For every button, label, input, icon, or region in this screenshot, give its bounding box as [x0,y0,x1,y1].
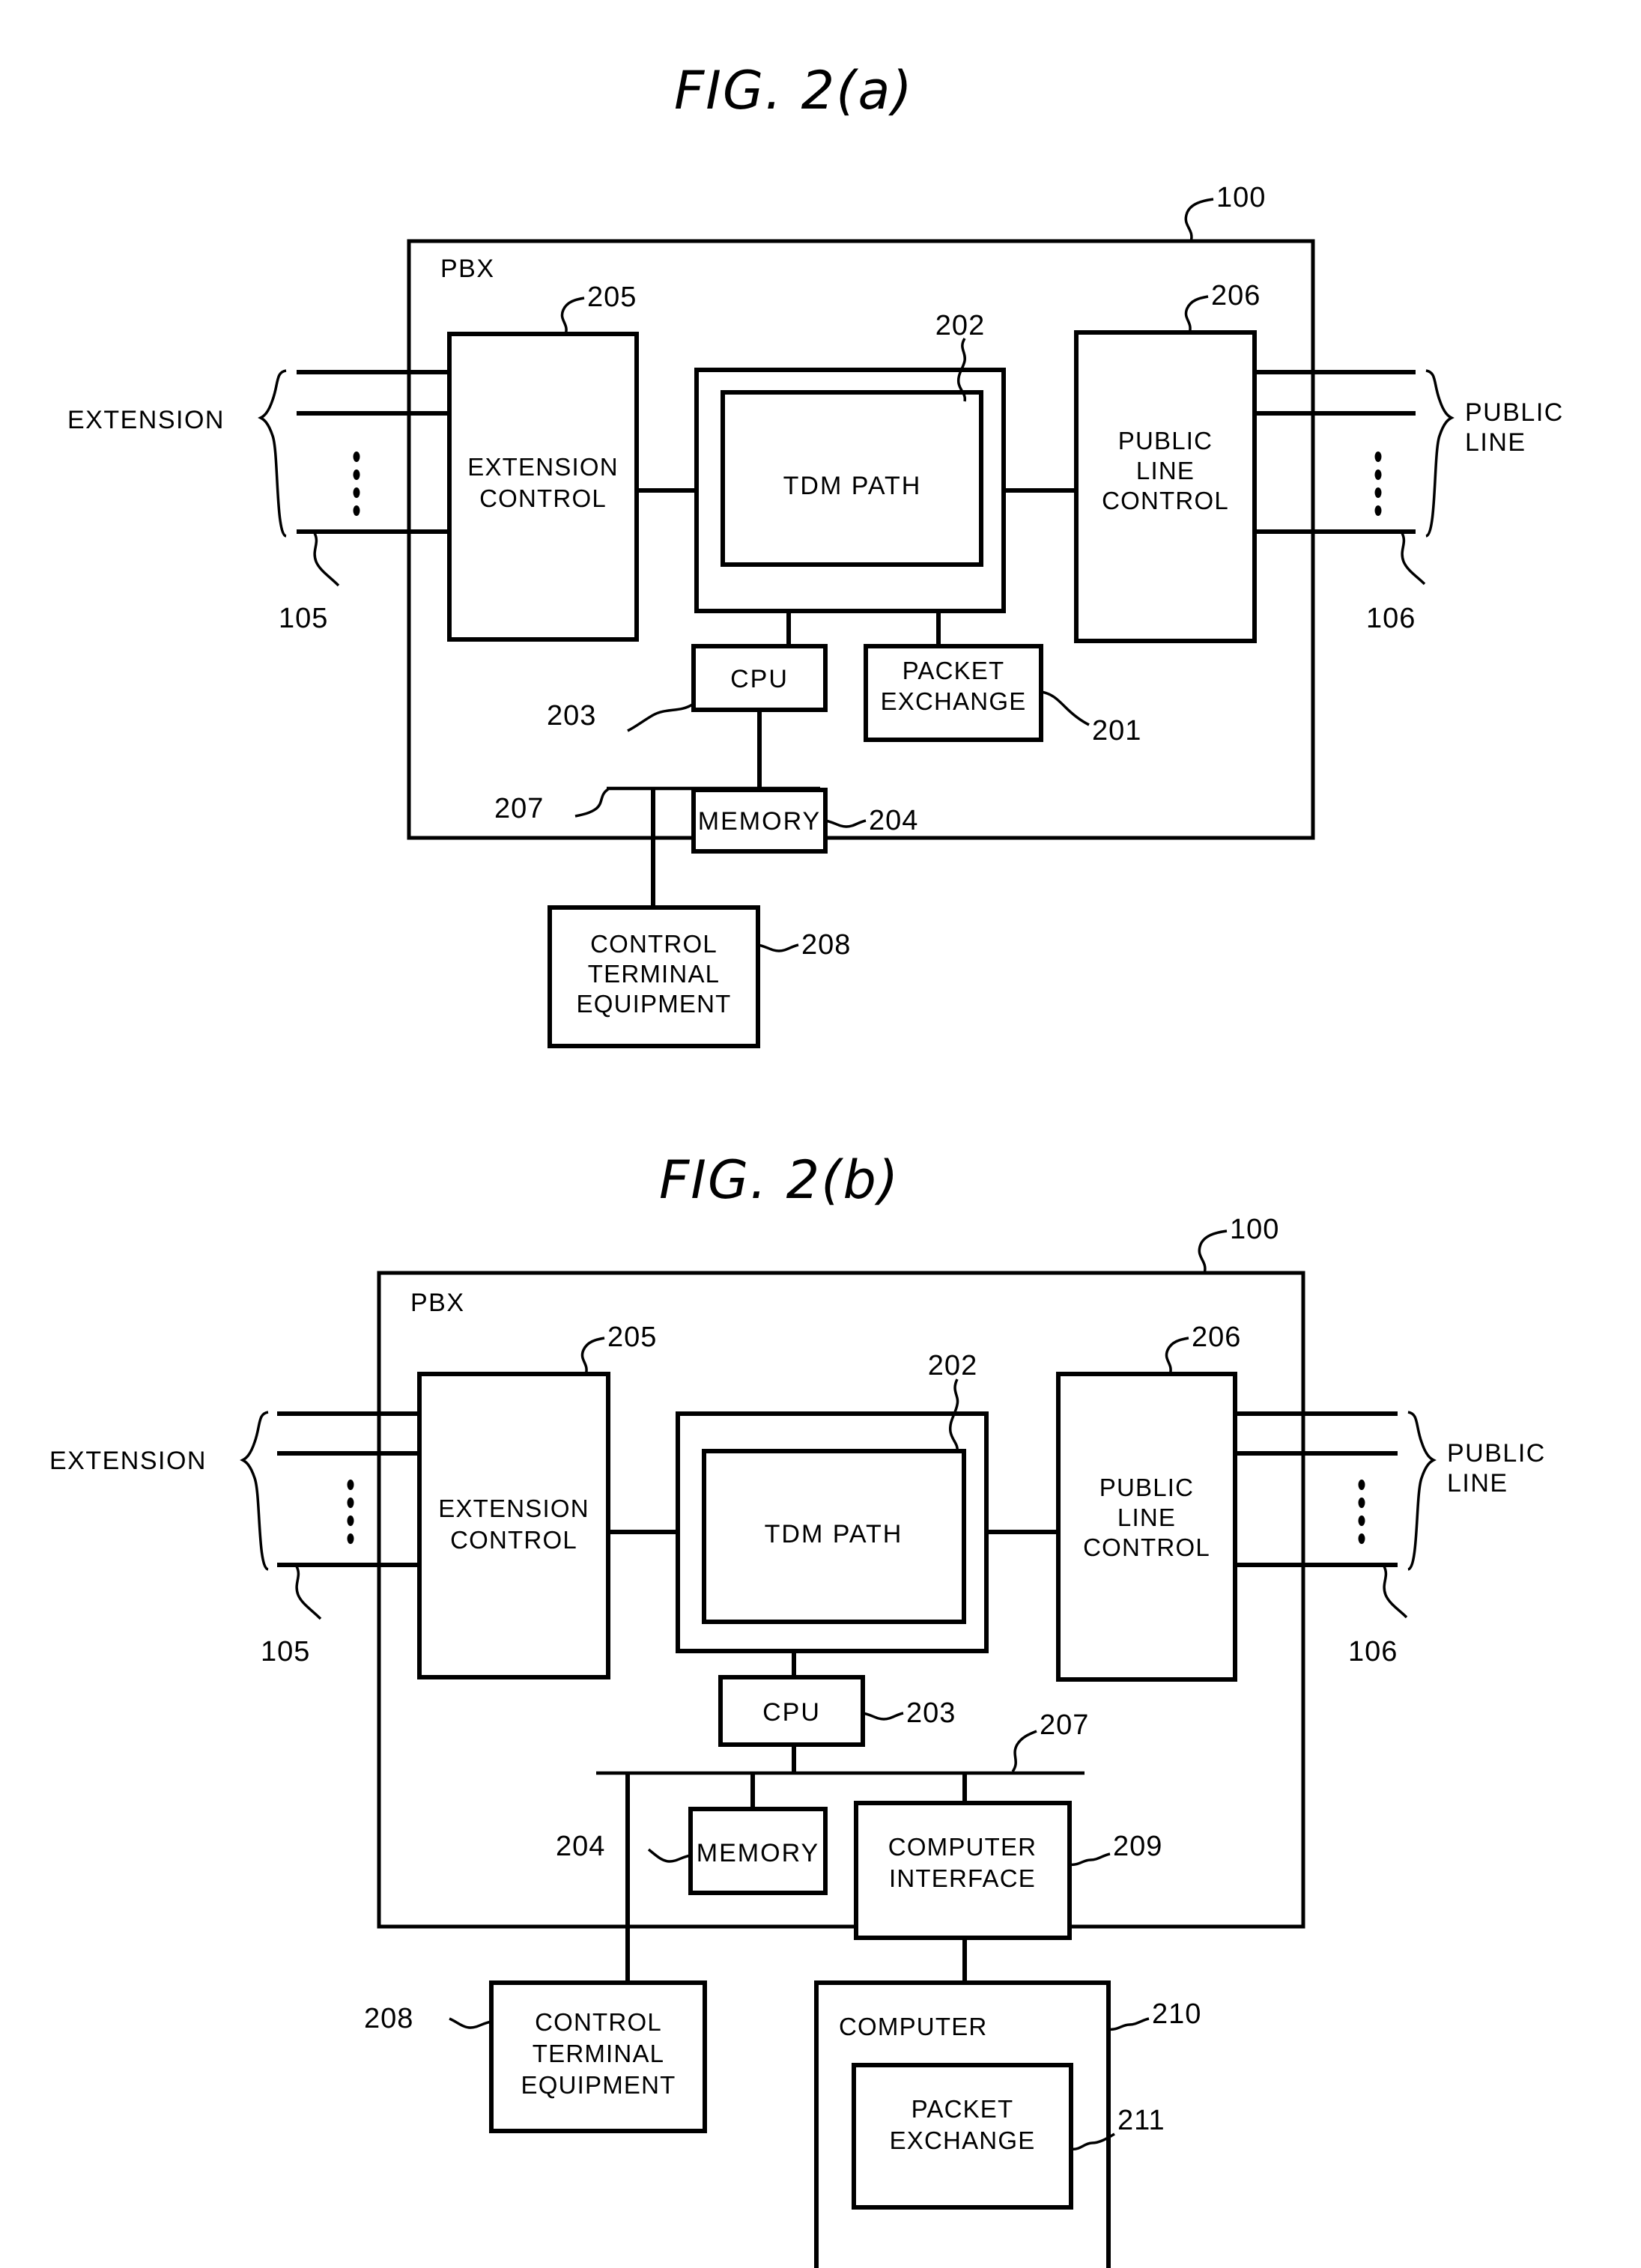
block-cte-label-line3-2b: EQUIPMENT [521,2071,676,2099]
ref-208-2a: 208 [801,929,851,961]
extension-ellipsis-dot-2a [353,487,360,498]
ref-106-2b: 106 [1348,1636,1398,1667]
ref-105-2b: 105 [261,1636,310,1667]
extension-ellipsis-dot-2a [353,452,360,462]
public-line-ellipsis-dot-2a [1374,452,1382,462]
fig-2b-title: FIG. 2(b) [659,1149,900,1211]
block-extension-control-label-line1-2b: EXTENSION [438,1495,589,1522]
ref-202-2b: 202 [928,1350,977,1381]
block-cte-label-line2-2a: TERMINAL [588,960,720,988]
block-public-line-control-label-line1-2a: PUBLIC [1118,427,1213,454]
ref-205-2a: 205 [587,282,637,313]
ref-100-2a: 100 [1216,182,1266,213]
extension-ellipsis-dot-2b [347,1480,354,1490]
fig-2a-title: FIG. 2(a) [674,60,914,121]
ref-210-2b: 210 [1152,1998,1201,2030]
ref-105-2a: 105 [279,603,328,634]
public-line-ellipsis-dot-2b [1358,1515,1365,1526]
ref-106-2a: 106 [1366,603,1416,634]
block-cte-label-line1-2b: CONTROL [535,2008,662,2036]
extension-ellipsis-dot-2b [347,1515,354,1526]
block-cpu-label-2b: CPU [762,1698,821,1727]
block-tdm-path-label-2b: TDM PATH [765,1520,903,1548]
public-line-label-line1-2a: PUBLIC [1465,398,1564,427]
ref-207-2b: 207 [1040,1709,1089,1741]
public-line-label-line1-2b: PUBLIC [1447,1439,1546,1468]
ref-209-2b: 209 [1113,1831,1162,1862]
block-public-line-control-label-line3-2b: CONTROL [1083,1533,1210,1561]
extension-ellipsis-dot-2b [347,1533,354,1544]
public-line-label-line2-2b: LINE [1447,1469,1508,1498]
extension-ellipsis-dot-2a [353,505,360,516]
block-public-line-control-label-line2-2a: LINE [1136,457,1195,484]
patent-drawing-sheet: FIG. 2(a) PBX 100 EXTENSION 105 EXTENSIO… [0,0,1641,2268]
block-extension-control-label-line2-2a: CONTROL [479,484,607,512]
extension-ellipsis-dot-2b [347,1498,354,1508]
block-extension-control-label-line1-2a: EXTENSION [467,453,619,481]
ref-203-2b: 203 [906,1697,956,1729]
block-computer-interface-label-line2-2b: INTERFACE [889,1864,1036,1892]
block-cpu-label-2a: CPU [730,665,789,693]
ref-207-2a: 207 [494,793,544,824]
ref-201-2a: 201 [1092,715,1141,747]
block-packet-exchange-label-line2-2a: EXCHANGE [881,687,1027,715]
pbx-label-2a: PBX [440,255,495,283]
block-extension-control-label-line2-2b: CONTROL [450,1526,577,1554]
ref-204-2b: 204 [556,1831,605,1862]
ref-206-2a: 206 [1211,280,1261,311]
block-public-line-control-label-line1-2b: PUBLIC [1099,1474,1194,1501]
public-line-ellipsis-dot-2a [1374,487,1382,498]
ref-202-2a: 202 [935,310,985,341]
block-public-line-control-label-line3-2a: CONTROL [1102,487,1229,514]
ref-211-2b: 211 [1117,2105,1165,2136]
figures-canvas: FIG. 2(a) PBX 100 EXTENSION 105 EXTENSIO… [0,0,1641,2268]
ref-208-2b: 208 [364,2003,413,2034]
block-cte-label-line3-2a: EQUIPMENT [577,990,732,1018]
block-public-line-control-label-line2-2b: LINE [1117,1504,1176,1531]
block-memory-label-2a: MEMORY [698,807,821,836]
public-line-ellipsis-dot-2a [1374,469,1382,480]
pbx-label-2b: PBX [410,1289,465,1317]
block-tdm-path-label-2a: TDM PATH [783,472,922,500]
ref-206-2b: 206 [1192,1322,1241,1353]
extension-label-2b: EXTENSION [49,1447,207,1475]
block-packet-exchange-label-line1-2a: PACKET [903,657,1005,684]
block-computer-interface-label-line1-2b: COMPUTER [888,1833,1037,1861]
block-memory-label-2b: MEMORY [697,1839,819,1867]
ref-205-2b: 205 [607,1322,657,1353]
block-cte-label-line1-2a: CONTROL [590,930,718,958]
public-line-ellipsis-dot-2b [1358,1480,1365,1490]
block-packet-exchange-label-line1-2b: PACKET [912,2095,1014,2123]
ref-203-2a: 203 [547,700,596,732]
extension-label-2a: EXTENSION [67,406,225,434]
block-packet-exchange-label-line2-2b: EXCHANGE [890,2126,1036,2154]
block-computer-label-2b: COMPUTER [839,2013,987,2040]
public-line-ellipsis-dot-2b [1358,1498,1365,1508]
public-line-label-line2-2a: LINE [1465,428,1526,457]
public-line-ellipsis-dot-2b [1358,1533,1365,1544]
block-cte-label-line2-2b: TERMINAL [533,2040,664,2067]
ref-204-2a: 204 [869,805,918,836]
extension-ellipsis-dot-2a [353,469,360,480]
public-line-ellipsis-dot-2a [1374,505,1382,516]
ref-100-2b: 100 [1230,1214,1279,1245]
